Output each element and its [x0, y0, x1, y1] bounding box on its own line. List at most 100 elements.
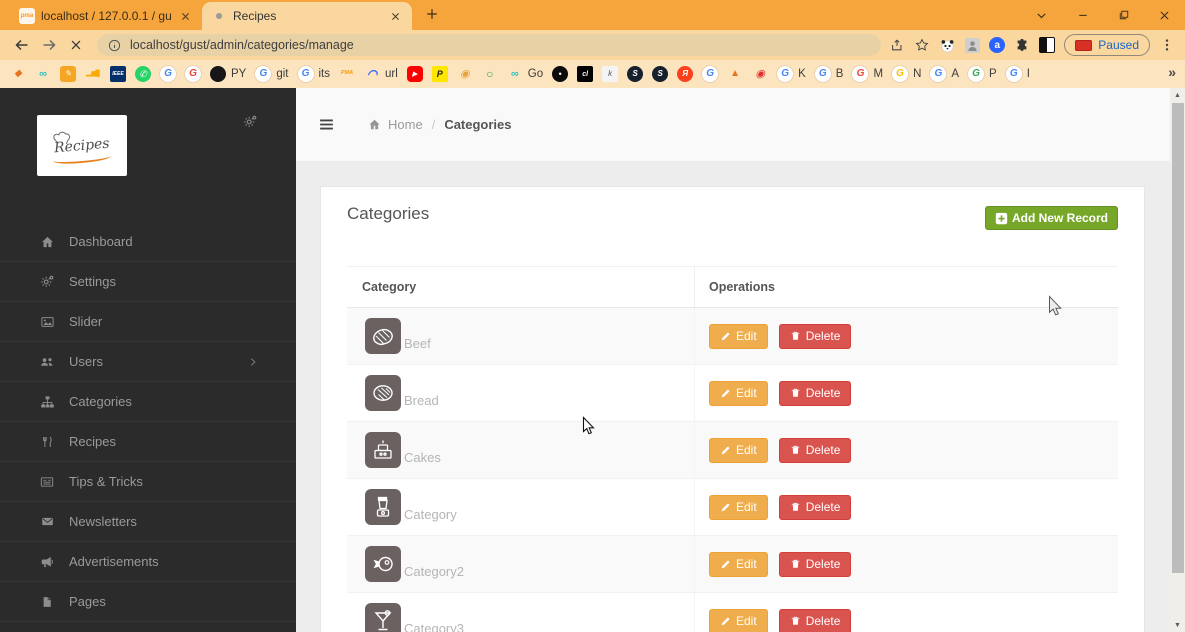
recipes-logo[interactable]: Recipes — [37, 115, 127, 176]
bookmark-item[interactable]: k — [602, 66, 619, 82]
delete-button[interactable]: Delete — [778, 608, 852, 632]
chevron-down-icon[interactable] — [1021, 0, 1062, 30]
address-bar[interactable]: localhost/gust/admin/categories/manage — [97, 34, 882, 56]
trash-icon — [790, 615, 801, 627]
bookmark-item[interactable]: ◆ — [10, 66, 26, 82]
bookmark-item[interactable]: G M — [852, 66, 883, 82]
bookmark-item[interactable]: IEEE — [110, 66, 126, 82]
bookmark-item[interactable]: G its — [297, 66, 331, 82]
minimize-button[interactable] — [1062, 0, 1103, 30]
paused-label: Paused — [1098, 38, 1139, 52]
bookmark-item[interactable]: PMA — [339, 66, 355, 82]
theme-extension-icon[interactable] — [1039, 37, 1056, 53]
bookmark-item[interactable]: ○ — [482, 66, 498, 82]
add-new-record-button[interactable]: Add New Record — [984, 206, 1118, 230]
edit-button[interactable]: Edit — [709, 437, 768, 463]
bookmark-favicon: G — [1005, 66, 1022, 82]
bookmark-item[interactable]: ◉ — [457, 66, 473, 82]
browser-menu-icon[interactable] — [1159, 37, 1175, 53]
bookmark-item[interactable]: ◉ — [752, 66, 768, 82]
gear-icon[interactable] — [243, 114, 258, 129]
edit-button[interactable]: Edit — [709, 494, 768, 520]
delete-button[interactable]: Delete — [778, 380, 852, 406]
breadcrumb-home-link[interactable]: Home — [388, 117, 423, 132]
sidebar-item[interactable]: Newsletters — [0, 502, 296, 542]
bookmark-item[interactable]: ∞ Go — [507, 66, 543, 82]
paused-extension-badge[interactable]: Paused — [1064, 34, 1150, 56]
bookmark-item[interactable]: G P — [968, 66, 997, 82]
tab-close-icon[interactable] — [177, 8, 193, 24]
extensions-puzzle-icon[interactable] — [1014, 37, 1030, 53]
page-scrollbar[interactable]: ▲ ▼ — [1170, 88, 1185, 632]
sidebar-item[interactable]: Recipes — [0, 422, 296, 462]
tab-recipes[interactable]: Recipes — [202, 2, 412, 30]
edit-button[interactable]: Edit — [709, 380, 768, 406]
bookmark-item[interactable]: S — [652, 66, 669, 82]
bookmark-item[interactable]: G — [702, 66, 719, 82]
bookmark-item[interactable]: ✎ — [60, 66, 76, 82]
tab-phpmyadmin[interactable]: pma localhost / 127.0.0.1 / gust / user — [10, 2, 202, 30]
bookmark-item[interactable]: G N — [892, 66, 921, 82]
sidebar-item[interactable]: Dashboard — [0, 222, 296, 262]
sidebar-item[interactable]: Slider — [0, 302, 296, 342]
stop-button[interactable] — [62, 32, 89, 58]
bookmark-item[interactable]: G A — [930, 66, 959, 82]
hamburger-menu-icon[interactable] — [318, 116, 335, 133]
bookmark-label: its — [318, 68, 331, 80]
bookmark-item[interactable]: PY — [210, 66, 246, 82]
sidebar-item[interactable]: Users — [0, 342, 296, 382]
back-button[interactable] — [8, 32, 35, 58]
bookmark-item[interactable]: Я — [677, 66, 694, 82]
new-tab-button[interactable] — [419, 1, 445, 27]
bookmark-item[interactable]: G I — [1005, 66, 1030, 82]
delete-button[interactable]: Delete — [778, 494, 852, 520]
close-window-button[interactable] — [1144, 0, 1185, 30]
sidebar-nav: Dashboard Settings Slider Users Categori… — [0, 222, 296, 622]
bookmark-star-icon[interactable] — [914, 37, 930, 53]
forward-button[interactable] — [35, 32, 62, 58]
sidebar-item[interactable]: Tips & Tricks — [0, 462, 296, 502]
maximize-button[interactable] — [1103, 0, 1144, 30]
delete-button[interactable]: Delete — [778, 323, 852, 349]
bookmark-item[interactable]: S — [627, 66, 644, 82]
bookmark-item[interactable]: G git — [255, 66, 289, 82]
bookmarks-overflow-icon[interactable]: » — [1168, 64, 1176, 80]
sidebar-item-label: Users — [69, 354, 103, 369]
edit-button[interactable]: Edit — [709, 608, 768, 632]
delete-button[interactable]: Delete — [778, 551, 852, 577]
sidebar-item-label: Tips & Tricks — [69, 474, 143, 489]
bookmark-item[interactable]: ✆ — [135, 66, 151, 82]
tab-close-icon[interactable] — [387, 8, 403, 24]
bookmark-item[interactable]: ▶ — [406, 66, 423, 82]
bookmark-item[interactable]: ◠ url — [364, 66, 398, 82]
sidebar-item[interactable]: Pages — [0, 582, 296, 622]
bookmark-item[interactable]: cl — [577, 66, 594, 82]
panda-extension-icon[interactable] — [939, 37, 955, 53]
profile-extension-icon[interactable] — [964, 37, 980, 53]
bookmark-item[interactable]: P — [431, 66, 448, 82]
bookmark-item[interactable]: • — [552, 66, 569, 82]
edit-button[interactable]: Edit — [709, 551, 768, 577]
sidebar-item[interactable]: Categories — [0, 382, 296, 422]
bookmark-item[interactable]: ▲ — [727, 66, 743, 82]
share-icon[interactable] — [889, 37, 905, 53]
scrollbar-thumb[interactable] — [1171, 103, 1184, 573]
bookmark-item[interactable]: G — [160, 66, 176, 82]
scrollbar-down-icon[interactable]: ▼ — [1170, 618, 1185, 632]
delete-button[interactable]: Delete — [778, 437, 852, 463]
top-bar: Home / Categories — [296, 88, 1185, 161]
bookmark-item[interactable]: ∞ — [35, 66, 51, 82]
a-extension-icon[interactable]: a — [989, 37, 1006, 53]
category-image — [365, 432, 401, 468]
bookmark-item[interactable]: G B — [814, 66, 843, 82]
bookmark-item[interactable]: G — [185, 66, 201, 82]
phpmyadmin-favicon: pma — [19, 8, 35, 24]
sidebar-item[interactable]: Settings — [0, 262, 296, 302]
info-icon[interactable] — [108, 39, 121, 52]
operations-cell: Edit Delete — [694, 479, 1118, 535]
bookmark-item[interactable]: ▂▆█ — [85, 66, 101, 82]
bookmark-item[interactable]: G K — [777, 66, 806, 82]
scrollbar-up-icon[interactable]: ▲ — [1170, 88, 1185, 102]
sidebar-item[interactable]: Advertisements — [0, 542, 296, 582]
edit-button[interactable]: Edit — [709, 323, 768, 349]
